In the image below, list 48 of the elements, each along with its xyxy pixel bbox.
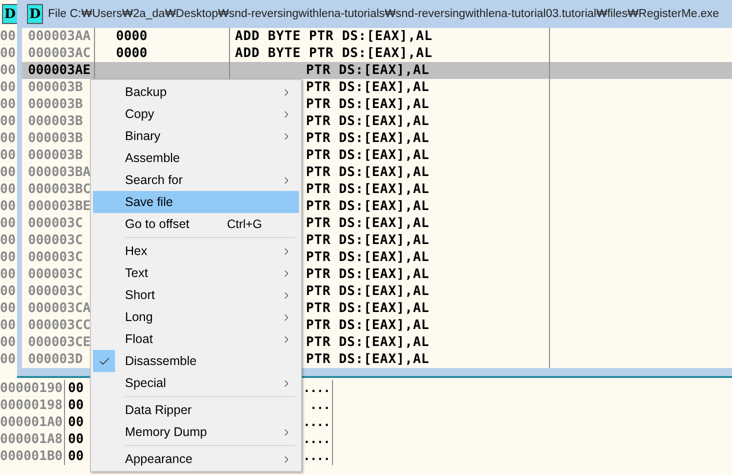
address-cell: 00 — [0, 62, 17, 79]
address-cell: 00 — [0, 96, 17, 113]
address-cell: 00 — [0, 198, 17, 215]
window-badge: D — [27, 4, 43, 24]
address-cell: 00 — [0, 147, 17, 164]
hex-cell-text: 00 — [67, 397, 85, 414]
menu-item[interactable]: Save file — [93, 191, 299, 213]
menu-item[interactable]: Data Ripper — [93, 399, 299, 421]
address-cell: 00000198 — [0, 397, 65, 414]
hex-cell-text: 00 — [67, 448, 85, 465]
ascii-cell: .... — [303, 431, 333, 448]
ascii-cell: .... — [303, 448, 333, 465]
window-badge: D — [2, 4, 18, 24]
address-cell: 00 — [0, 215, 17, 232]
menu-item[interactable]: Appearance — [93, 448, 299, 470]
shortcut-label: Ctrl+G — [227, 217, 264, 231]
menu-item[interactable]: Special — [93, 372, 299, 394]
address-cell: 000003AA — [22, 28, 95, 45]
address-cell: 00 — [0, 300, 17, 317]
address-cell: 00 — [0, 351, 17, 368]
disassembly-cell: ADD BYTE PTR DS:[EAX],AL — [230, 28, 550, 45]
window-title: File C:₩Users₩2a_da₩Desktop₩snd-reversingwithlena-tutorials₩snd-reversingwithlena-tutorial03.tutorial₩files₩RegisterMe.exe — [48, 8, 720, 20]
selected-row[interactable]: 000003AE PTR DS:[EAX],AL — [22, 62, 732, 79]
address-cell: 00000190 — [0, 380, 65, 397]
address-cell: 00 — [0, 283, 17, 300]
address-cell: 00 — [0, 113, 17, 130]
menu-item[interactable]: Memory Dump — [93, 421, 299, 443]
hex-cell: 0000 — [95, 28, 230, 45]
hex-cell-text: 00 — [67, 380, 85, 397]
address-cell: 00 — [0, 45, 17, 62]
address-cell: 00 — [0, 130, 17, 147]
ascii-cell: .... — [303, 414, 333, 431]
address-cell: 00 — [0, 266, 17, 283]
address-cell: 00 — [0, 334, 17, 351]
hex-cell-text: 00 — [67, 431, 85, 448]
address-cell: 00 — [0, 181, 17, 198]
address-cell: 000001B0 — [0, 448, 65, 465]
address-cell: 00 — [0, 164, 17, 181]
address-cell: 00 — [0, 249, 17, 266]
address-cell: 000001A8 — [0, 431, 65, 448]
address-cell: 00 — [0, 317, 17, 334]
ascii-cell: .... — [303, 380, 333, 397]
hex-cell-text: 00 — [67, 414, 85, 431]
address-cell: 00 — [0, 28, 17, 45]
address-cell: 00 — [0, 232, 17, 249]
address-cell: 000001A0 — [0, 414, 65, 431]
ascii-cell: ... — [303, 397, 333, 414]
address-cell: 00 — [0, 79, 17, 96]
